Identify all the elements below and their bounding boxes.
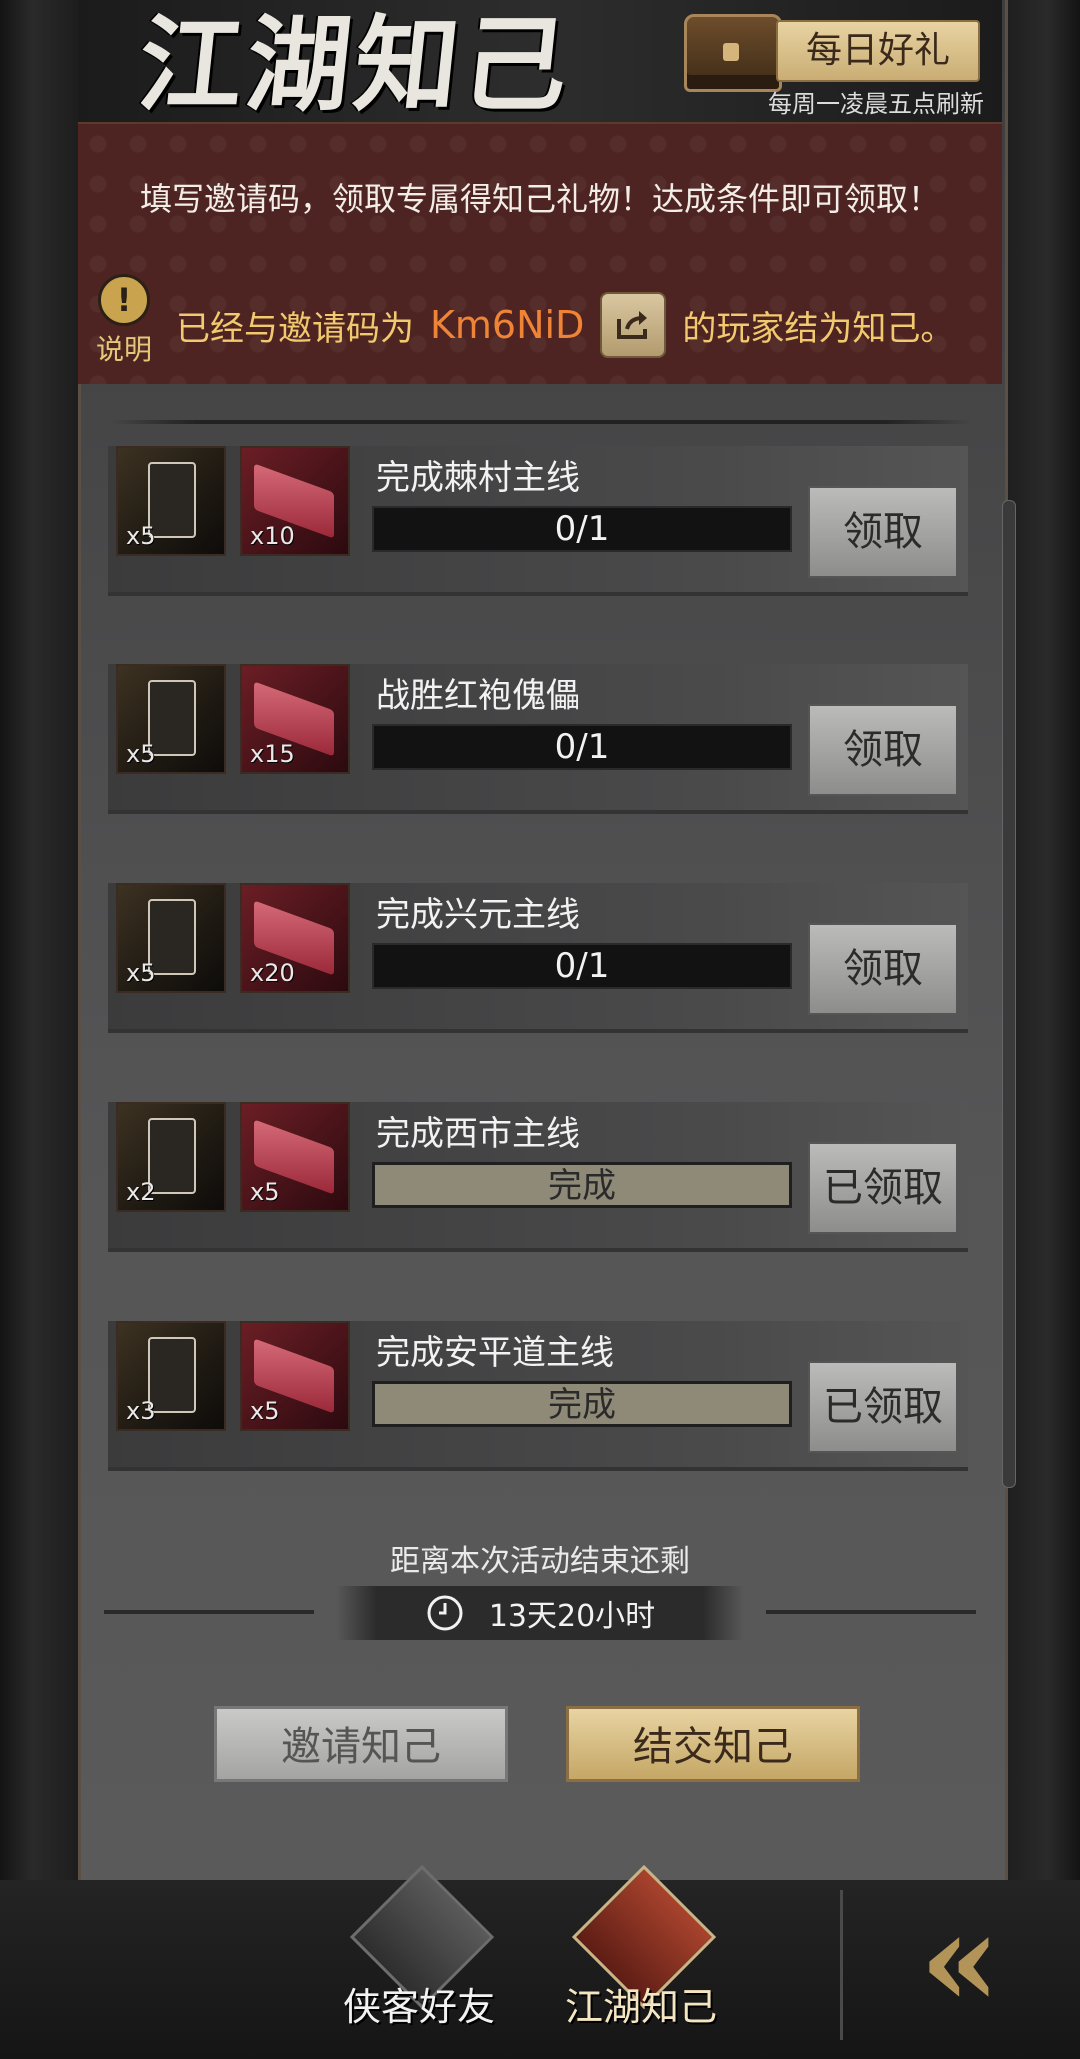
nav-separator bbox=[840, 1890, 843, 2040]
red-brick-icon[interactable]: x20 bbox=[240, 883, 350, 993]
bottom-nav: 侠客好友 江湖知己 « bbox=[0, 1864, 1080, 2059]
invite-description: 填写邀请码，领取专属得知己礼物！达成条件即可领取！ bbox=[139, 180, 940, 218]
claim-button[interactable]: 领取 bbox=[808, 704, 958, 796]
claimed-button[interactable]: 已领取 bbox=[808, 1361, 958, 1453]
task-row: x5 x20 完成兴元主线 0/1 领取 bbox=[108, 883, 968, 1033]
task-progress: 完成 bbox=[372, 1381, 792, 1427]
task-progress: 0/1 bbox=[372, 943, 792, 989]
task-progress: 完成 bbox=[372, 1162, 792, 1208]
task-row: x3 x5 完成安平道主线 完成 已领取 bbox=[108, 1321, 968, 1471]
item-quantity: x5 bbox=[250, 1397, 280, 1425]
task-row: x5 x15 战胜红袍傀儡 0/1 领取 bbox=[108, 664, 968, 814]
invite-friend-button[interactable]: 邀请知己 bbox=[214, 1706, 508, 1782]
invite-code: Km6NiD bbox=[430, 303, 585, 347]
task-name: 战胜红袍傀儡 bbox=[376, 676, 580, 716]
timer-divider-left bbox=[104, 1610, 314, 1614]
refresh-note: 每周一凌晨五点刷新 bbox=[768, 90, 984, 118]
red-brick-icon[interactable]: x5 bbox=[240, 1102, 350, 1212]
red-brick-icon[interactable]: x15 bbox=[240, 664, 350, 774]
timer-divider-right bbox=[766, 1610, 976, 1614]
timer-bar: 13天20小时 bbox=[336, 1586, 744, 1640]
scrollbar[interactable] bbox=[1002, 500, 1016, 1488]
timer-remaining: 13天20小时 bbox=[488, 1599, 656, 1634]
task-progress: 0/1 bbox=[372, 724, 792, 770]
item-quantity: x15 bbox=[250, 740, 295, 768]
item-quantity: x3 bbox=[126, 1397, 156, 1425]
item-quantity: x5 bbox=[126, 959, 156, 987]
task-row: x2 x5 完成西市主线 完成 已领取 bbox=[108, 1102, 968, 1252]
task-name: 完成棘村主线 bbox=[376, 458, 580, 498]
task-name: 完成兴元主线 bbox=[376, 895, 580, 935]
token-plaque-icon[interactable]: x3 bbox=[116, 1321, 226, 1431]
daily-gift-button[interactable]: 每日好礼 bbox=[776, 20, 980, 82]
header: 江湖知己 每日好礼 每周一凌晨五点刷新 bbox=[78, 0, 1002, 126]
nav-friends[interactable]: 侠客好友 bbox=[334, 1864, 504, 2050]
claim-button[interactable]: 领取 bbox=[808, 486, 958, 578]
item-quantity: x2 bbox=[126, 1178, 156, 1206]
page-title: 江湖知己 bbox=[132, 3, 578, 126]
item-quantity: x5 bbox=[126, 740, 156, 768]
claimed-button[interactable]: 已领取 bbox=[808, 1142, 958, 1234]
befriend-button[interactable]: 结交知己 bbox=[566, 1706, 860, 1782]
bound-suffix: 的玩家结为知己。 bbox=[682, 308, 955, 349]
task-row: x5 x10 完成棘村主线 0/1 领取 bbox=[108, 446, 968, 596]
clock-icon bbox=[427, 1595, 463, 1631]
timer-label: 距离本次活动结束还剩 bbox=[390, 1544, 690, 1579]
bound-status: 已经与邀请码为 Km6NiD 的玩家结为知己。 bbox=[176, 292, 954, 358]
invite-info: 填写邀请码，领取专属得知己礼物！达成条件即可领取！ ! 说明 已经与邀请码为 K… bbox=[78, 124, 1002, 384]
item-quantity: x20 bbox=[250, 959, 295, 987]
red-brick-icon[interactable]: x10 bbox=[240, 446, 350, 556]
daily-gift[interactable]: 每日好礼 bbox=[684, 14, 984, 92]
token-plaque-icon[interactable]: x5 bbox=[116, 883, 226, 993]
explain-button[interactable]: ! 说明 bbox=[92, 274, 156, 374]
token-plaque-icon[interactable]: x5 bbox=[116, 446, 226, 556]
task-progress: 0/1 bbox=[372, 506, 792, 552]
task-name: 完成西市主线 bbox=[376, 1114, 580, 1154]
item-quantity: x10 bbox=[250, 522, 295, 550]
red-brick-icon[interactable]: x5 bbox=[240, 1321, 350, 1431]
item-quantity: x5 bbox=[250, 1178, 280, 1206]
left-border bbox=[0, 0, 80, 2059]
token-plaque-icon[interactable]: x5 bbox=[116, 664, 226, 774]
bound-prefix: 已经与邀请码为 bbox=[176, 308, 414, 349]
exclamation-icon[interactable]: ! bbox=[98, 274, 150, 326]
task-name: 完成安平道主线 bbox=[376, 1333, 614, 1373]
share-button[interactable] bbox=[600, 292, 667, 358]
item-quantity: x5 bbox=[126, 522, 156, 550]
claim-button[interactable]: 领取 bbox=[808, 923, 958, 1015]
explain-label[interactable]: 说明 bbox=[92, 328, 156, 368]
double-chevron-left-icon[interactable]: « bbox=[880, 1895, 1040, 2030]
nav-friends-label[interactable]: 侠客好友 bbox=[334, 1976, 504, 2031]
divider bbox=[110, 420, 972, 424]
nav-jianghu[interactable]: 江湖知己 bbox=[556, 1864, 726, 2050]
treasure-chest-icon[interactable] bbox=[684, 14, 782, 92]
share-icon bbox=[617, 311, 648, 339]
nav-jianghu-label[interactable]: 江湖知己 bbox=[556, 1976, 726, 2031]
token-plaque-icon[interactable]: x2 bbox=[116, 1102, 226, 1212]
